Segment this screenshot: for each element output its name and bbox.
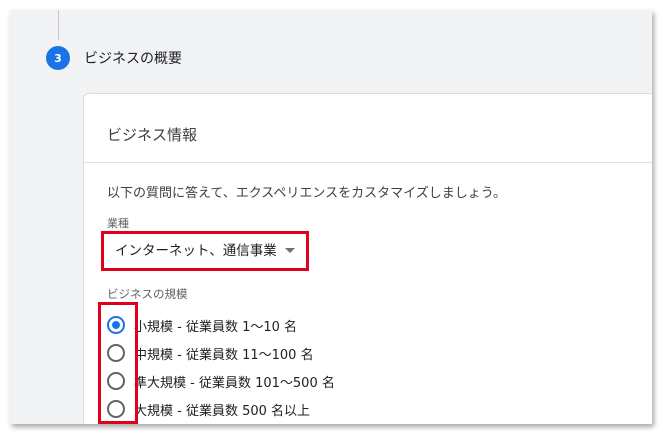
business-info-card: ビジネス情報 以下の質問に答えて、エクスペリエンスをカスタマイズしましょう。 業… (83, 93, 652, 424)
size-option-upper-medium[interactable]: 準大規模 - 従業員数 101〜500 名 (107, 369, 335, 393)
radio-button-medium[interactable] (107, 344, 125, 362)
industry-label: 業種 (107, 217, 129, 230)
step-connector-line (58, 10, 59, 40)
card-title: ビジネス情報 (107, 126, 198, 144)
intro-text: 以下の質問に答えて、エクスペリエンスをカスタマイズしましょう。 (107, 186, 506, 201)
size-option-medium[interactable]: 中規模 - 従業員数 11〜100 名 (107, 341, 314, 365)
size-option-label: 大規模 - 従業員数 500 名以上 (134, 403, 311, 419)
industry-select-value: インターネット、通信事業 (115, 243, 277, 259)
screenshot-frame: 3 ビジネスの概要 ビジネス情報 以下の質問に答えて、エクスペリエンスをカスタマ… (10, 10, 652, 424)
card-divider (84, 162, 652, 163)
dropdown-arrow-icon (284, 247, 295, 253)
radio-button-large[interactable] (107, 400, 125, 418)
step-number-badge: 3 (46, 46, 70, 70)
radio-button-small[interactable] (107, 316, 125, 334)
size-option-large[interactable]: 大規模 - 従業員数 500 名以上 (107, 397, 310, 421)
size-option-label: 小規模 - 従業員数 1〜10 名 (134, 319, 298, 335)
size-option-label: 中規模 - 従業員数 11〜100 名 (134, 347, 314, 363)
industry-select[interactable]: インターネット、通信事業 (104, 235, 304, 263)
size-option-label: 準大規模 - 従業員数 101〜500 名 (134, 375, 335, 391)
step-title: ビジネスの概要 (84, 51, 182, 67)
radio-button-upper-medium[interactable] (107, 372, 125, 390)
business-size-label: ビジネスの規模 (107, 287, 188, 301)
size-option-small[interactable]: 小規模 - 従業員数 1〜10 名 (107, 313, 297, 337)
